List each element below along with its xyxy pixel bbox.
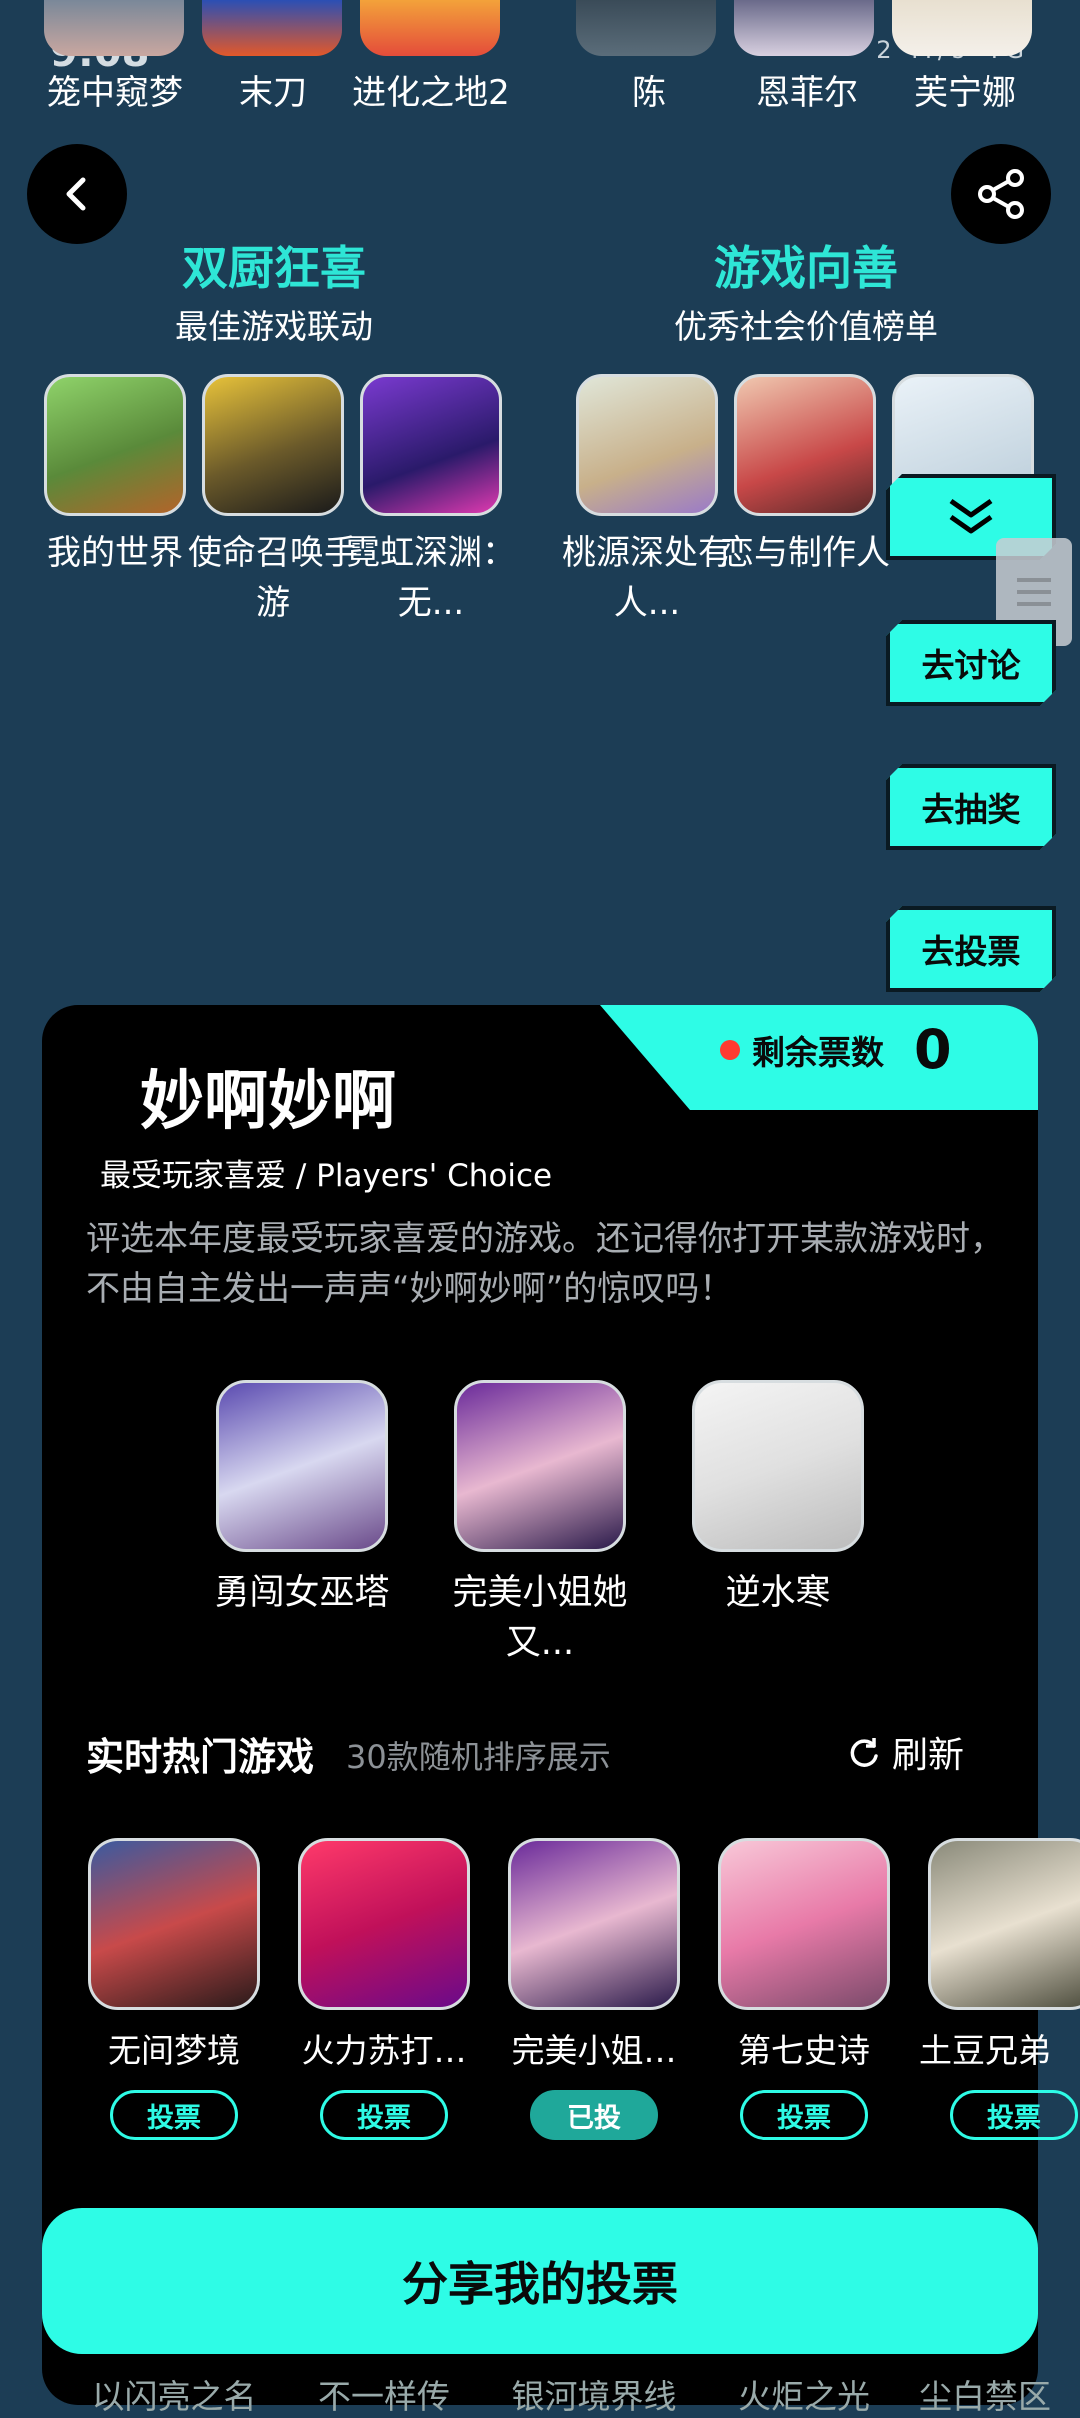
hot-game-label: 不一样传 — [318, 2377, 450, 2416]
game-icon[interactable] — [360, 0, 500, 56]
share-icon-button[interactable] — [951, 144, 1051, 244]
hot-game-label: 银河境界线 — [511, 2377, 677, 2416]
hot-game-icon[interactable] — [718, 1838, 890, 2010]
game-label: 桃源深处有人... — [562, 533, 732, 623]
vote-button[interactable]: 投票 — [110, 2090, 238, 2140]
refresh-icon — [850, 1738, 878, 1767]
game-icon[interactable] — [576, 374, 718, 516]
hot-games-hint: 30款随机排序展示 — [346, 1738, 611, 1776]
game-icon[interactable] — [202, 0, 342, 56]
game-icon[interactable] — [44, 0, 184, 56]
back-button[interactable] — [27, 144, 127, 244]
award-description: 评选本年度最受玩家喜爱的游戏。还记得你打开某款游戏时，不由自主发出一声声“妙啊妙… — [86, 1219, 1004, 1309]
game-label: 陈 — [632, 73, 666, 113]
award-title: 妙啊妙啊 — [140, 1065, 396, 1139]
section-title: 双厨狂喜 — [182, 241, 366, 295]
remaining-votes-label: 剩余票数 — [752, 1033, 884, 1072]
remaining-votes-count: 0 — [914, 1018, 952, 1081]
hot-game-label: 尘白禁区 — [919, 2377, 1051, 2416]
game-label: 恋与制作人 — [720, 533, 890, 573]
game-icon[interactable] — [360, 374, 502, 516]
share-my-votes-button[interactable]: 分享我的投票 — [42, 2208, 1038, 2354]
nominee-label: 勇闯女巫塔 — [214, 1573, 390, 1613]
hot-game-label: 无间梦境 — [108, 2031, 240, 2070]
chevron-left-icon — [66, 177, 86, 211]
vote-button[interactable]: 投票 — [740, 2090, 868, 2140]
voted-button[interactable]: 已投 — [530, 2090, 658, 2140]
game-icon[interactable] — [734, 374, 876, 516]
hot-game-icon[interactable] — [928, 1838, 1080, 2010]
game-icon[interactable] — [892, 0, 1032, 56]
hot-game-icon[interactable] — [88, 1838, 260, 2010]
game-label: 霓虹深渊：无... — [346, 533, 516, 623]
hot-game-label: 土豆兄弟 — [919, 2031, 1051, 2070]
game-label: 进化之地2 — [352, 73, 510, 113]
game-label: 恩菲尔 — [756, 73, 858, 113]
nominee-icon[interactable] — [454, 1380, 626, 1552]
game-icon[interactable] — [576, 0, 716, 56]
nominee-label: 完美小姐她又... — [452, 1573, 628, 1663]
game-label: 使命召唤手游 — [188, 533, 358, 623]
game-label: 芙宁娜 — [914, 73, 1016, 113]
section-title: 游戏向善 — [714, 241, 898, 295]
game-label: 我的世界 — [47, 533, 183, 573]
section-subtitle: 优秀社会价值榜单 — [674, 307, 938, 346]
award-subtitle: 最受玩家喜爱 / Players' Choice — [100, 1158, 553, 1194]
go-vote-button[interactable]: 去投票 — [886, 906, 1056, 992]
nominee-label: 逆水寒 — [725, 1573, 831, 1613]
refresh-button[interactable]: 刷新 — [846, 1726, 964, 1778]
game-icon[interactable] — [202, 374, 344, 516]
hot-game-label: 以闪亮之名 — [91, 2377, 257, 2416]
hot-game-label: 火炬之光 — [738, 2377, 870, 2416]
hot-game-icon[interactable] — [298, 1838, 470, 2010]
game-label: 笼中窥梦 — [47, 73, 183, 113]
refresh-label: 刷新 — [892, 1735, 965, 1776]
hot-games-title: 实时热门游戏 — [86, 1735, 315, 1779]
nominee-icon[interactable] — [216, 1380, 388, 1552]
hot-game-label: 第七史诗 — [738, 2031, 870, 2070]
vote-button[interactable]: 投票 — [950, 2090, 1078, 2140]
discuss-button[interactable]: 去讨论 — [886, 620, 1056, 706]
hot-game-icon[interactable] — [508, 1838, 680, 2010]
hot-game-label: 火力苏打… — [301, 2031, 467, 2070]
section-subtitle: 最佳游戏联动 — [175, 307, 373, 346]
red-dot-icon — [720, 1040, 740, 1060]
hot-game-label: 完美小姐… — [511, 2031, 677, 2070]
game-icon[interactable] — [734, 0, 874, 56]
share-icon — [978, 169, 1024, 219]
nominee-icon[interactable] — [692, 1380, 864, 1552]
game-label: 末刀 — [239, 73, 307, 113]
double-chevron-down-icon — [943, 495, 999, 539]
lottery-button[interactable]: 去抽奖 — [886, 764, 1056, 850]
game-icon[interactable] — [44, 374, 186, 516]
vote-button[interactable]: 投票 — [320, 2090, 448, 2140]
